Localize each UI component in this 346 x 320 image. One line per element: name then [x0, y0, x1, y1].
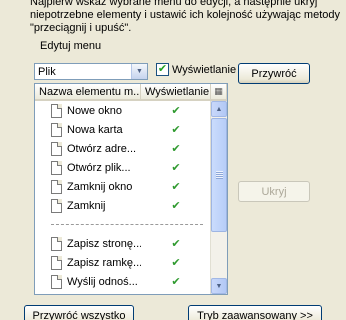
list-item-label: Zapisz stronę...	[67, 237, 141, 250]
visible-check-icon[interactable]: ✔	[141, 199, 211, 212]
column-chooser-icon[interactable]: ▦	[211, 84, 227, 99]
separator-line	[51, 224, 203, 225]
list-item-name-cell: Zapisz stronę...	[35, 236, 141, 251]
visible-check-icon[interactable]: ✔	[141, 104, 211, 117]
list-item-label: Otwórz plik...	[67, 161, 131, 174]
list-item-label: Nowa karta	[67, 123, 123, 136]
visible-check-icon[interactable]: ✔	[141, 180, 211, 193]
list-item-name-cell: Zamknij okno	[35, 179, 141, 194]
visible-check-icon[interactable]: ✔	[141, 237, 211, 250]
list-item[interactable]: Nowe okno ✔	[35, 101, 211, 120]
list-item[interactable]: Zamknij ✔	[35, 196, 211, 215]
document-icon	[51, 179, 62, 194]
scroll-up-icon[interactable]: ▲	[211, 101, 227, 117]
chevron-down-icon[interactable]: ▼	[131, 64, 147, 79]
hide-button[interactable]: Ukryj	[238, 181, 310, 202]
visible-check-icon[interactable]: ✔	[141, 161, 211, 174]
list-item-label: Nowe okno	[67, 104, 123, 117]
visible-check-icon[interactable]: ✔	[141, 275, 211, 288]
scrollbar-thumb[interactable]	[211, 118, 227, 232]
document-icon	[51, 160, 62, 175]
list-item-name-cell: Nowe okno	[35, 103, 141, 118]
list-item-name-cell: Zapisz ramkę...	[35, 255, 141, 270]
visible-check-icon[interactable]: ✔	[141, 123, 211, 136]
list-item-name-cell: Otwórz plik...	[35, 160, 141, 175]
document-icon	[51, 255, 62, 270]
restore-button[interactable]: Przywróć	[238, 63, 310, 84]
list-item[interactable]: Nowa karta ✔	[35, 120, 211, 139]
document-icon	[51, 274, 62, 289]
menu-items-list[interactable]: Nazwa elementu m... Wyświetlanie ▦ Nowe …	[34, 83, 228, 295]
document-icon	[51, 141, 62, 156]
list-separator[interactable]	[35, 291, 211, 294]
list-item-label: Zamknij	[67, 199, 106, 212]
list-item-label: Zapisz ramkę...	[67, 256, 141, 269]
column-header-name[interactable]: Nazwa elementu m...	[35, 84, 141, 99]
list-item-label: Wyślij odnoś...	[67, 275, 138, 288]
list-item[interactable]: Zapisz stronę... ✔	[35, 234, 211, 253]
restore-all-button[interactable]: Przywróć wszystko	[24, 305, 134, 320]
edit-menu-label: Edytuj menu	[40, 40, 102, 52]
list-item-label: Zamknij okno	[67, 180, 133, 193]
list-item[interactable]: Zamknij okno ✔	[35, 177, 211, 196]
list-item[interactable]: Wyślij odnoś... ✔	[35, 272, 211, 291]
advanced-mode-button[interactable]: Tryb zaawansowany >>	[188, 305, 322, 320]
list-item-name-cell: Wyślij odnoś...	[35, 274, 141, 289]
document-icon	[51, 103, 62, 118]
show-checkbox[interactable]: ✔ Wyświetlanie	[156, 63, 236, 76]
list-item-label: Otwórz adre...	[67, 142, 137, 155]
list-item-name-cell: Zamknij	[35, 198, 141, 213]
menu-select-value: Plik	[38, 65, 56, 78]
list-item-name-cell: Nowa karta	[35, 122, 141, 137]
visible-check-icon[interactable]: ✔	[141, 142, 211, 155]
menu-select[interactable]: Plik ▼	[34, 63, 148, 80]
visible-check-icon[interactable]: ✔	[141, 256, 211, 269]
document-icon	[51, 122, 62, 137]
column-header-visible[interactable]: Wyświetlanie	[141, 84, 211, 99]
scroll-down-icon[interactable]: ▼	[211, 278, 227, 294]
list-item-name-cell: Otwórz adre...	[35, 141, 141, 156]
list-header: Nazwa elementu m... Wyświetlanie ▦	[35, 84, 227, 101]
checkbox-checked-icon[interactable]: ✔	[156, 63, 169, 76]
list-separator[interactable]	[35, 215, 211, 234]
document-icon	[51, 198, 62, 213]
list-rows: Nowe okno ✔ Nowa karta ✔ Otwórz adre... ✔ Otwó…	[35, 101, 211, 294]
intro-text: Najpierw wskaż wybrane menu do edycji, a…	[30, 0, 340, 34]
show-checkbox-label: Wyświetlanie	[172, 63, 237, 76]
document-icon	[51, 236, 62, 251]
list-item[interactable]: Otwórz plik... ✔	[35, 158, 211, 177]
list-item[interactable]: Zapisz ramkę... ✔	[35, 253, 211, 272]
vertical-scrollbar[interactable]: ▲ ▼	[210, 101, 227, 294]
list-item[interactable]: Otwórz adre... ✔	[35, 139, 211, 158]
